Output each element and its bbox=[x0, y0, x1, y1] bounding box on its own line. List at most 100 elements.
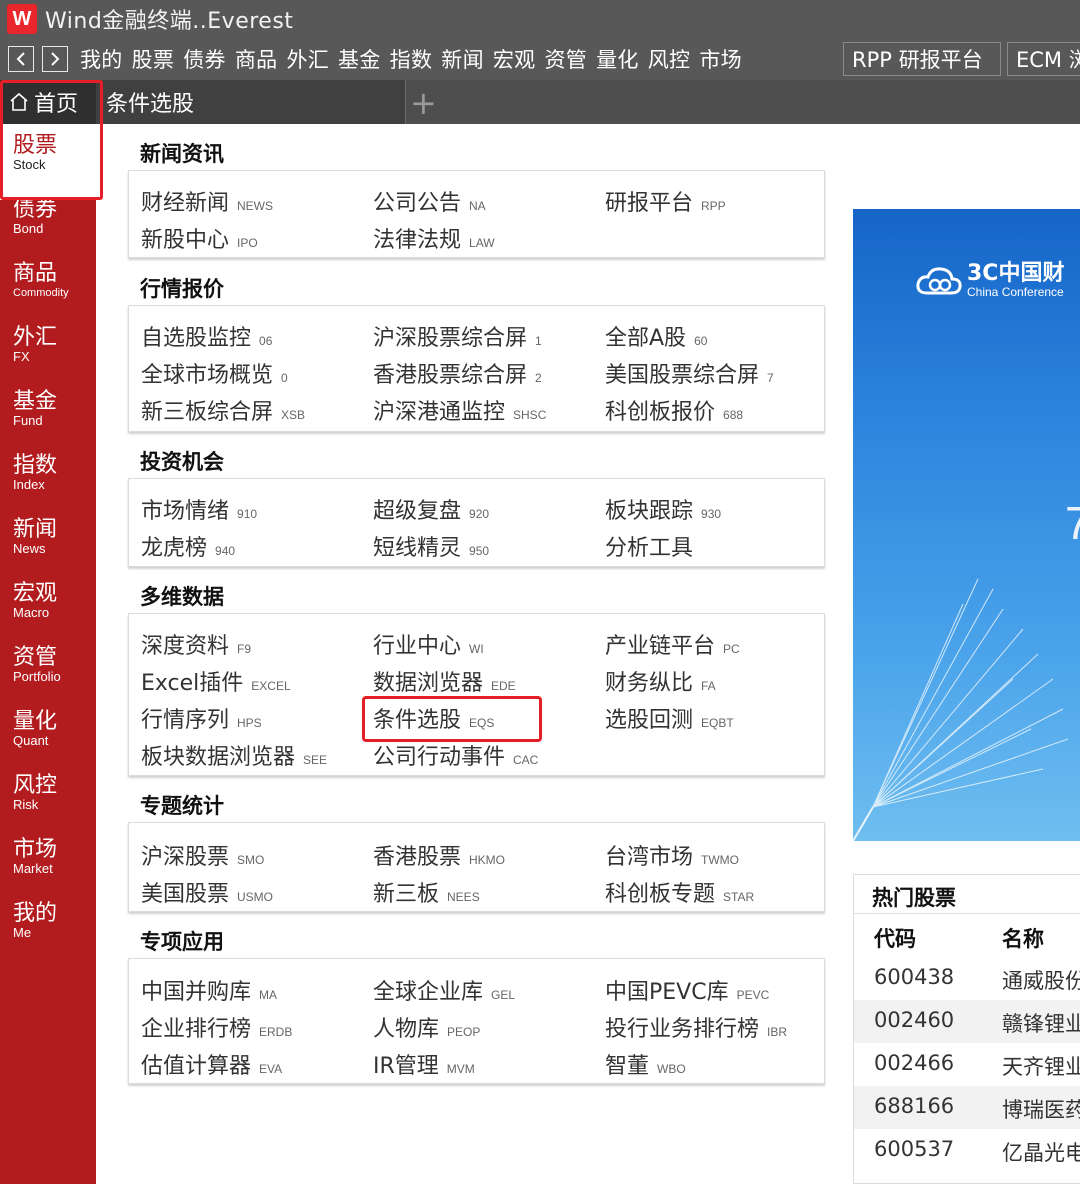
entry-analysis-tools[interactable]: 分析工具 bbox=[605, 530, 701, 562]
stock-name: 天齐锂业 bbox=[1002, 1055, 1080, 1079]
sidebar-item-sublabel: Portfolio bbox=[13, 669, 61, 684]
sidebar-item-macro[interactable]: 宏观 Macro bbox=[0, 582, 96, 620]
entry-data-browser[interactable]: 数据浏览器 EDE bbox=[373, 665, 516, 697]
entry-market-sentiment[interactable]: 市场情绪 910 bbox=[141, 493, 257, 525]
entry-enterprise-ranking[interactable]: 企业排行榜 ERDB bbox=[141, 1011, 292, 1043]
entry-all-a-shares[interactable]: 全部A股 60 bbox=[605, 320, 707, 352]
entry-code: NA bbox=[469, 199, 486, 213]
sidebar-item-index[interactable]: 指数 Index bbox=[0, 454, 96, 492]
stock-name: 赣锋锂业 bbox=[1002, 1012, 1080, 1036]
menu-item-stock[interactable]: 股票 bbox=[132, 44, 175, 74]
entry-ir-management[interactable]: IR管理 MVM bbox=[373, 1048, 475, 1080]
menu-item-quant[interactable]: 量化 bbox=[596, 44, 639, 74]
entry-code: F9 bbox=[237, 642, 252, 656]
entry-corporate-actions[interactable]: 公司行动事件 CAC bbox=[373, 739, 538, 771]
entry-industry-center[interactable]: 行业中心 WI bbox=[373, 628, 484, 660]
sidebar-item-risk[interactable]: 风控 Risk bbox=[0, 774, 96, 812]
entry-us-stocks[interactable]: 美国股票 USMO bbox=[141, 876, 273, 908]
entry-sh-sz-stocks[interactable]: 沪深股票 SMO bbox=[141, 839, 264, 871]
sidebar-item-fund[interactable]: 基金 Fund bbox=[0, 390, 96, 428]
menu-item-macro[interactable]: 宏观 bbox=[493, 44, 536, 74]
menu-item-fund[interactable]: 基金 bbox=[338, 44, 381, 74]
menu-item-index[interactable]: 指数 bbox=[390, 44, 433, 74]
sidebar-item-market[interactable]: 市场 Market bbox=[0, 838, 96, 876]
entry-china-pevc[interactable]: 中国PEVC库 PEVC bbox=[605, 974, 769, 1006]
table-row[interactable]: 688166 博瑞医药 bbox=[854, 1086, 1080, 1129]
entry-code: PC bbox=[723, 642, 740, 656]
entry-smart-board[interactable]: 智董 WBO bbox=[605, 1048, 686, 1080]
entry-excel-plugin[interactable]: Excel插件 EXCEL bbox=[141, 665, 291, 697]
entry-sh-sz-screen[interactable]: 沪深股票综合屏 1 bbox=[373, 320, 542, 352]
menu-item-bond[interactable]: 债券 bbox=[183, 44, 226, 74]
menu-item-portfolio[interactable]: 资管 bbox=[544, 44, 587, 74]
entry-deep-profile[interactable]: 深度资料 F9 bbox=[141, 628, 251, 660]
menu-item-mine[interactable]: 我的 bbox=[80, 44, 123, 74]
entry-super-review[interactable]: 超级复盘 920 bbox=[373, 493, 489, 525]
back-button[interactable] bbox=[8, 46, 34, 72]
entry-taiwan-market[interactable]: 台湾市场 TWMO bbox=[605, 839, 739, 871]
forward-button[interactable] bbox=[42, 46, 68, 72]
sidebar-item-bond[interactable]: 债券 Bond bbox=[0, 198, 96, 236]
conference-banner[interactable]: 7 3C中国财 China Conference bbox=[853, 209, 1080, 841]
menu-item-fx[interactable]: 外汇 bbox=[286, 44, 329, 74]
entry-laws[interactable]: 法律法规 LAW bbox=[373, 222, 495, 254]
table-row[interactable]: 002460 赣锋锂业 bbox=[854, 1000, 1080, 1043]
tab-stock-screener[interactable]: 条件选股 bbox=[96, 80, 406, 124]
entry-backtest[interactable]: 选股回测 EQBT bbox=[605, 702, 734, 734]
add-tab-button[interactable]: + bbox=[410, 84, 437, 122]
rpp-button[interactable]: RPP 研报平台 bbox=[843, 42, 1001, 76]
entry-industry-chain[interactable]: 产业链平台 PC bbox=[605, 628, 740, 660]
entry-announcements[interactable]: 公司公告 NA bbox=[373, 185, 486, 217]
entry-price-series[interactable]: 行情序列 HPS bbox=[141, 702, 262, 734]
entry-china-ma[interactable]: 中国并购库 MA bbox=[141, 974, 277, 1006]
entry-connect-monitor[interactable]: 沪深港通监控 SHSC bbox=[373, 394, 546, 426]
entry-code: 920 bbox=[469, 507, 490, 521]
sidebar-item-quant[interactable]: 量化 Quant bbox=[0, 710, 96, 748]
table-row[interactable]: 600537 亿晶光电 bbox=[854, 1129, 1080, 1172]
entry-financial-compare[interactable]: 财务纵比 FA bbox=[605, 665, 716, 697]
entry-code: SMO bbox=[237, 853, 265, 867]
entry-us-screen[interactable]: 美国股票综合屏 7 bbox=[605, 357, 774, 389]
entry-label: IR管理 bbox=[373, 1054, 439, 1079]
entry-ib-ranking[interactable]: 投行业务排行榜 IBR bbox=[605, 1011, 787, 1043]
entry-news[interactable]: 财经新闻 NEWS bbox=[141, 185, 273, 217]
entry-hk-stocks[interactable]: 香港股票 HKMO bbox=[373, 839, 505, 871]
entry-hk-screen[interactable]: 香港股票综合屏 2 bbox=[373, 357, 542, 389]
sidebar-item-news[interactable]: 新闻 News bbox=[0, 518, 96, 556]
entry-ipo-center[interactable]: 新股中心 IPO bbox=[141, 222, 258, 254]
menu-item-risk[interactable]: 风控 bbox=[648, 44, 691, 74]
sidebar-item-portfolio[interactable]: 资管 Portfolio bbox=[0, 646, 96, 684]
menu-item-market[interactable]: 市场 bbox=[699, 44, 742, 74]
sidebar-item-sublabel: News bbox=[13, 541, 46, 556]
entry-label: 法律法规 bbox=[373, 228, 462, 253]
entry-short-term-elf[interactable]: 短线精灵 950 bbox=[373, 530, 489, 562]
menu-item-news[interactable]: 新闻 bbox=[441, 44, 484, 74]
entry-people-db[interactable]: 人物库 PEOP bbox=[373, 1011, 480, 1043]
entry-global-enterprise[interactable]: 全球企业库 GEL bbox=[373, 974, 515, 1006]
entry-sector-data-browser[interactable]: 板块数据浏览器 SEE bbox=[141, 739, 327, 771]
table-row[interactable]: 002466 天齐锂业 bbox=[854, 1043, 1080, 1086]
sidebar-item-commodity[interactable]: 商品 Commodity bbox=[0, 262, 96, 300]
entry-research-platform[interactable]: 研报平台 RPP bbox=[605, 185, 726, 217]
entry-neeq[interactable]: 新三板 NEES bbox=[373, 876, 480, 908]
chevron-right-icon bbox=[51, 52, 60, 66]
ecm-button[interactable]: ECM 浏 bbox=[1007, 42, 1080, 76]
entry-global-overview[interactable]: 全球市场概览 0 bbox=[141, 357, 288, 389]
sidebar-item-me[interactable]: 我的 Me bbox=[0, 902, 96, 940]
entry-valuation-calculator[interactable]: 估值计算器 EVA bbox=[141, 1048, 282, 1080]
entry-star-topic[interactable]: 科创板专题 STAR bbox=[605, 876, 754, 908]
sidebar-item-fx[interactable]: 外汇 FX bbox=[0, 326, 96, 364]
entry-watchlist-monitor[interactable]: 自选股监控 06 bbox=[141, 320, 272, 352]
table-row[interactable]: 600438 通威股份 bbox=[854, 957, 1080, 1000]
entry-code: SEE bbox=[303, 753, 328, 767]
entry-dragon-tiger[interactable]: 龙虎榜 940 bbox=[141, 530, 235, 562]
entry-label: 行业中心 bbox=[373, 634, 462, 659]
entry-neeq-screen[interactable]: 新三板综合屏 XSB bbox=[141, 394, 305, 426]
stock-code: 600537 bbox=[874, 1137, 955, 1161]
section-title-statistics: 专题统计 bbox=[140, 794, 224, 818]
entry-sector-tracking[interactable]: 板块跟踪 930 bbox=[605, 493, 721, 525]
menu-item-commodity[interactable]: 商品 bbox=[235, 44, 278, 74]
entry-code: CAC bbox=[513, 753, 539, 767]
entry-star-quotes[interactable]: 科创板报价 688 bbox=[605, 394, 743, 426]
sidebar-item-label: 风控 bbox=[13, 773, 58, 798]
